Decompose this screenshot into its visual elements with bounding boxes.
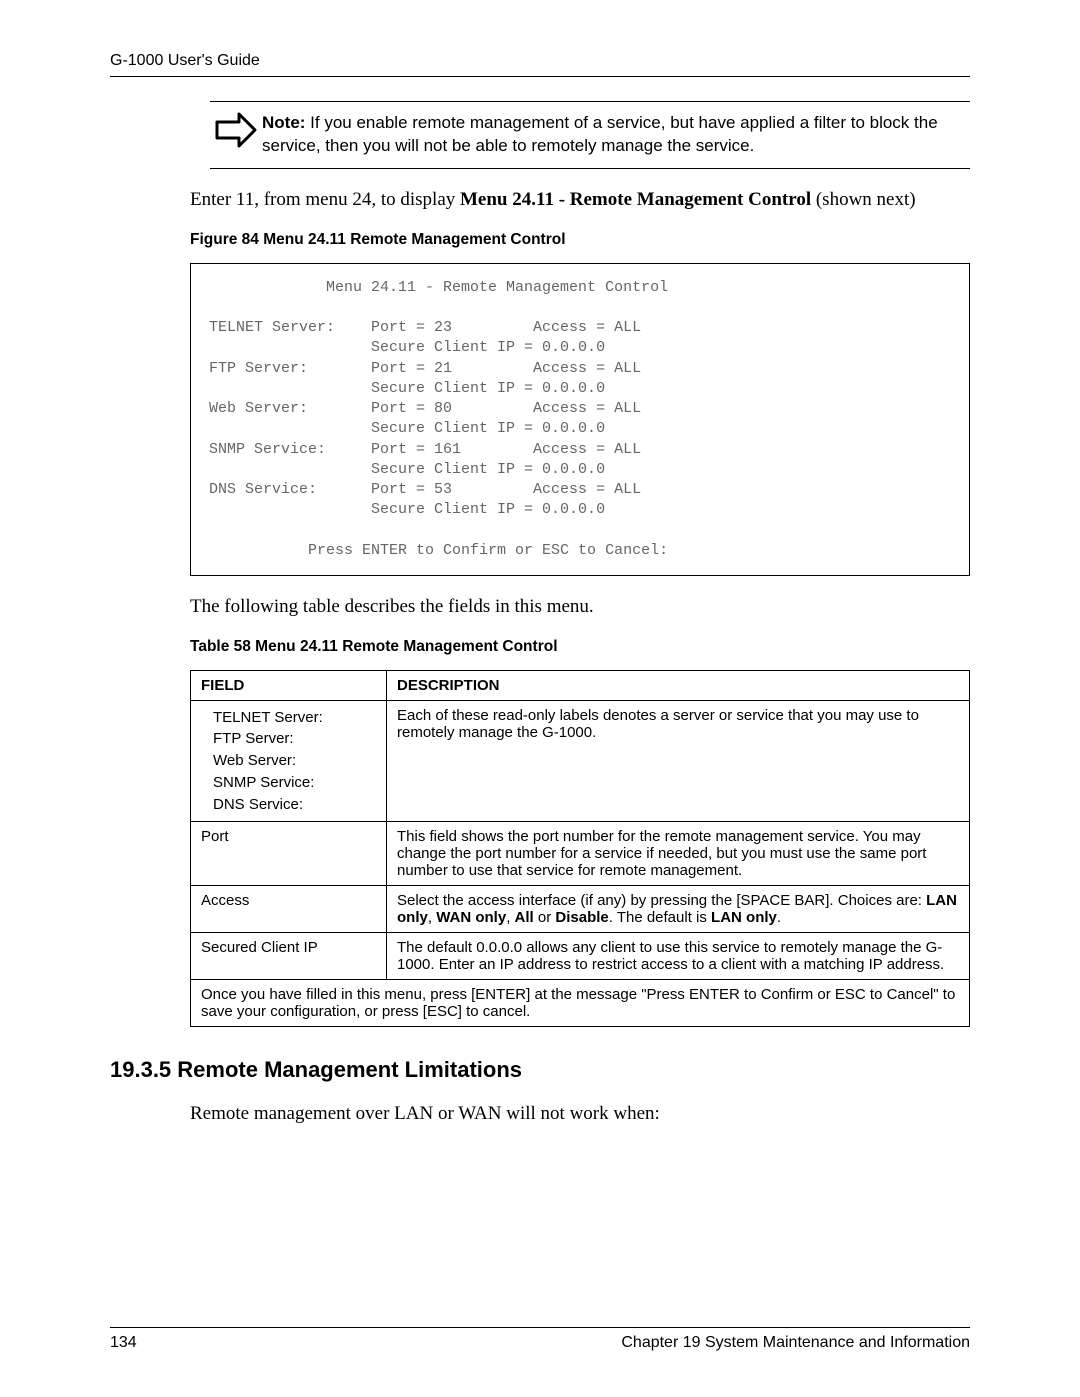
footer-rule — [110, 1327, 970, 1328]
desc-bold: LAN only — [711, 909, 777, 926]
section-body: Remote management over LAN or WAN will n… — [190, 1101, 970, 1127]
running-head: G-1000 User's Guide — [110, 52, 970, 76]
table-head-row: FIELD DESCRIPTION — [191, 670, 970, 700]
field-line: DNS Service: — [201, 794, 376, 816]
chapter-label: Chapter 19 System Maintenance and Inform… — [621, 1334, 970, 1352]
desc-bold: WAN only — [436, 909, 506, 926]
cell-field: Access — [191, 886, 387, 933]
field-line: TELNET Server: — [201, 707, 376, 729]
table-row: Once you have filled in this menu, press… — [191, 980, 970, 1027]
arrow-right-icon — [210, 112, 262, 148]
desc-pre: Select the access interface (if any) by … — [397, 892, 926, 909]
note-row: Note: If you enable remote management of… — [210, 102, 970, 168]
figure-caption: Figure 84 Menu 24.11 Remote Management C… — [190, 231, 970, 249]
note-block: Note: If you enable remote management of… — [210, 101, 970, 169]
desc-bold: All — [515, 909, 534, 926]
intro-paragraph: Enter 11, from menu 24, to display Menu … — [190, 187, 970, 213]
page: G-1000 User's Guide Note: If you enable … — [0, 0, 1080, 1397]
desc-bold: Disable — [555, 909, 608, 926]
desc-text: , — [506, 909, 514, 926]
cell-field: TELNET Server: FTP Server: Web Server: S… — [191, 700, 387, 822]
table-row: TELNET Server: FTP Server: Web Server: S… — [191, 700, 970, 822]
field-table: FIELD DESCRIPTION TELNET Server: FTP Ser… — [190, 670, 970, 1028]
note-body: If you enable remote management of a ser… — [262, 113, 938, 155]
table-footer-note: Once you have filled in this menu, press… — [191, 980, 970, 1027]
note-text: Note: If you enable remote management of… — [262, 112, 970, 158]
table-intro: The following table describes the fields… — [190, 594, 970, 620]
intro-post: (shown next) — [811, 189, 915, 210]
section-paragraph: Remote management over LAN or WAN will n… — [190, 1101, 970, 1127]
code-box: Menu 24.11 - Remote Management Control T… — [190, 263, 970, 577]
intro-bold: Menu 24.11 - Remote Management Control — [460, 189, 811, 210]
cell-description: Select the access interface (if any) by … — [387, 886, 970, 933]
desc-post: . — [777, 909, 781, 926]
table-caption: Table 58 Menu 24.11 Remote Management Co… — [190, 638, 970, 656]
field-line: FTP Server: — [201, 728, 376, 750]
section-heading: 19.3.5 Remote Management Limitations — [110, 1057, 970, 1083]
header-rule — [110, 76, 970, 77]
cell-description: This field shows the port number for the… — [387, 822, 970, 886]
table-row: Secured Client IP The default 0.0.0.0 al… — [191, 933, 970, 980]
field-line: SNMP Service: — [201, 772, 376, 794]
desc-text: or — [534, 909, 556, 926]
cell-field: Secured Client IP — [191, 933, 387, 980]
body: Enter 11, from menu 24, to display Menu … — [190, 187, 970, 1028]
intro-pre: Enter 11, from menu 24, to display — [190, 189, 460, 210]
table-row: Access Select the access interface (if a… — [191, 886, 970, 933]
th-field: FIELD — [191, 670, 387, 700]
desc-text: . The default is — [609, 909, 711, 926]
note-bottom-rule — [210, 168, 970, 169]
desc-text: , — [428, 909, 436, 926]
note-prefix: Note: — [262, 113, 305, 132]
table-row: Port This field shows the port number fo… — [191, 822, 970, 886]
field-line: Web Server: — [201, 750, 376, 772]
th-description: DESCRIPTION — [387, 670, 970, 700]
cell-description: Each of these read-only labels denotes a… — [387, 700, 970, 822]
cell-description: The default 0.0.0.0 allows any client to… — [387, 933, 970, 980]
page-footer: 134 Chapter 19 System Maintenance and In… — [110, 1319, 970, 1352]
page-number: 134 — [110, 1334, 137, 1352]
cell-field: Port — [191, 822, 387, 886]
